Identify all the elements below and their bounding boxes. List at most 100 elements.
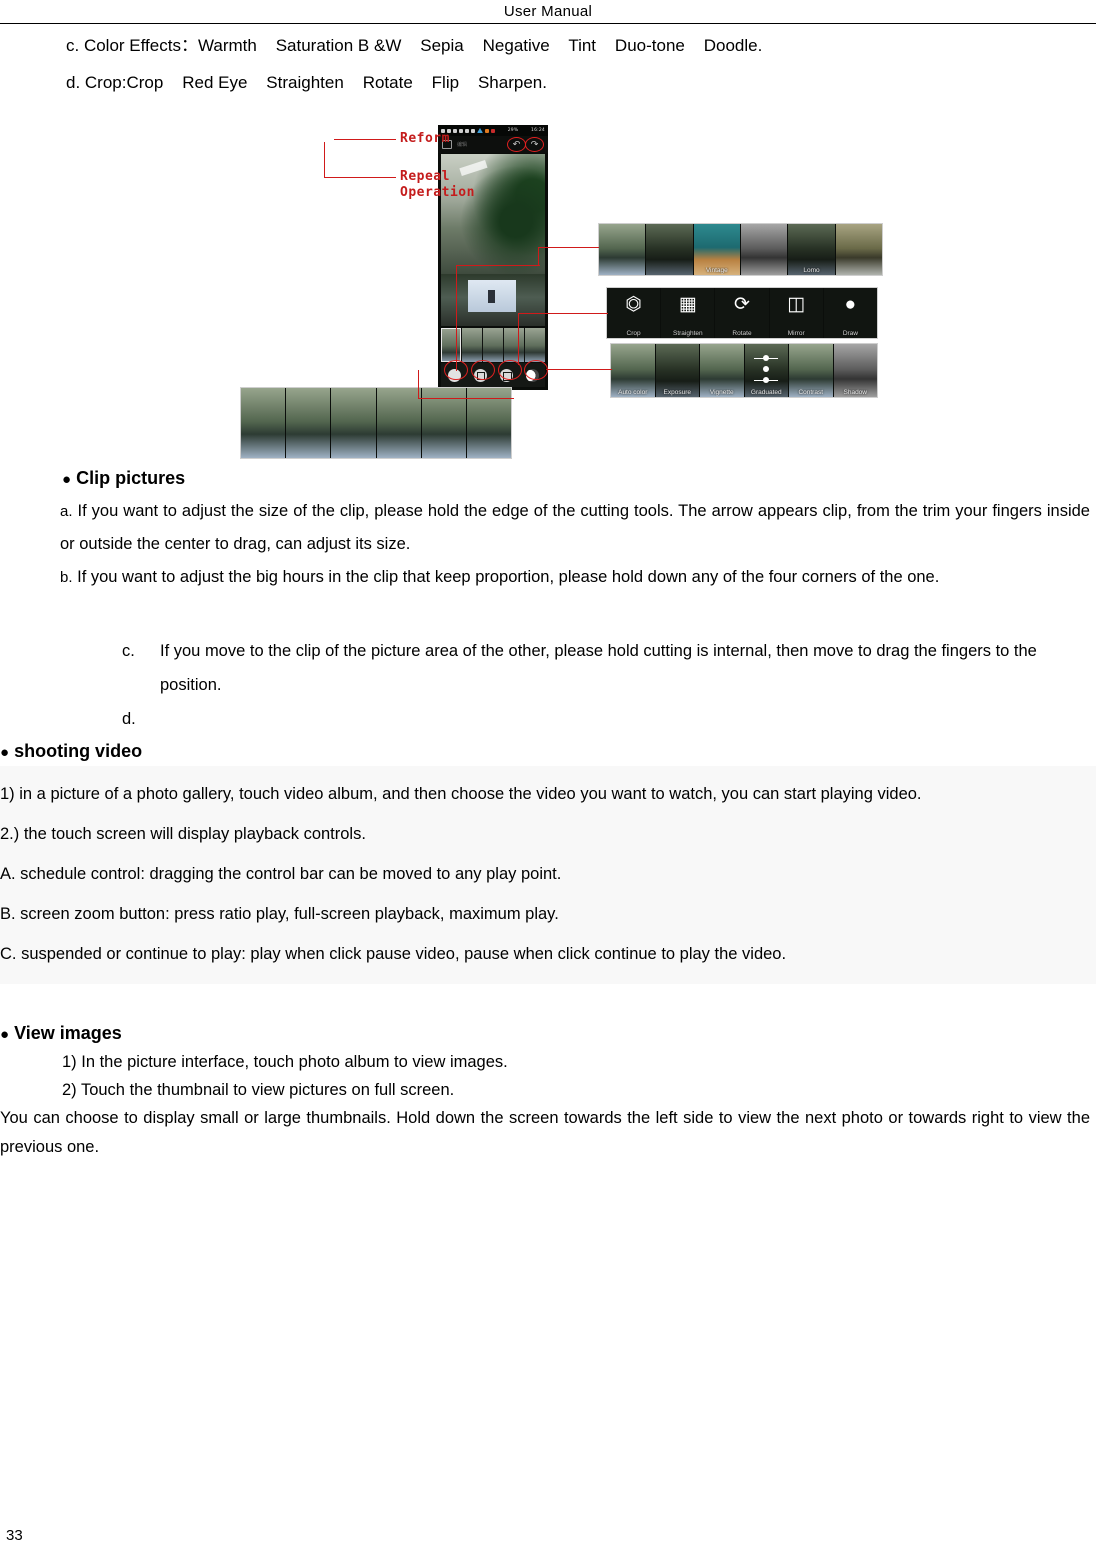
leader-line-bottom — [418, 398, 514, 400]
shooting-video-item-1: 1) in a picture of a photo gallery, touc… — [0, 785, 922, 803]
effect-cell-graduated[interactable]: Graduated — [744, 344, 789, 397]
effect-cell-shadow[interactable]: Shadow — [833, 344, 877, 397]
signal-icon — [477, 128, 483, 133]
wifi-icon — [471, 128, 475, 133]
filter-cell[interactable] — [835, 224, 882, 275]
bullet-icon: ● — [0, 744, 10, 761]
filter-thumb-image — [646, 224, 693, 275]
effect-label: Exposure — [663, 389, 691, 396]
annotation-repeal-line1: Repeal — [400, 169, 450, 184]
leader-line-filters-v2 — [456, 265, 458, 371]
effect-cell-contrast[interactable]: Contrast — [789, 344, 834, 397]
crop-line: d. Crop:Crop Red Eye Straighten Rotate F… — [66, 73, 547, 92]
page-number: 33 — [6, 1527, 23, 1544]
view-images-item-1: 1) In the picture interface, touch photo… — [62, 1053, 508, 1071]
clip-item-b-text: If you want to adjust the big hours in t… — [77, 568, 940, 586]
page-header: User Manual — [0, 0, 1096, 23]
page-body: c. Color Effects：Warmth Saturation B &W … — [0, 32, 1096, 1162]
android-status-bar: 29% 16:24 — [438, 125, 548, 136]
filter-cell[interactable]: Vintage — [693, 224, 741, 275]
filter-thumb[interactable] — [525, 328, 545, 362]
effect-cell-vignette[interactable]: Vignette — [700, 344, 745, 397]
tool-cell-draw[interactable]: ● Draw — [823, 288, 877, 338]
shooting-video-shaded-block: 1) in a picture of a photo gallery, touc… — [0, 766, 1096, 984]
straighten-icon: ▦ — [678, 294, 697, 315]
clip-item-a-text: If you want to adjust the size of the cl… — [60, 502, 1090, 553]
clip-pictures-item-c: c. If you move to the clip of the pictur… — [122, 634, 1096, 702]
tool-label: Mirror — [787, 330, 805, 337]
leader-line-bottom-vert — [418, 370, 420, 398]
figure-canvas: 29% 16:24 编辑 ↶ ↷ Vintage Lomo ⏣ Crop ▦ S… — [228, 115, 888, 465]
bottom-thumb[interactable] — [241, 388, 287, 458]
filter-thumb-image — [740, 224, 788, 275]
graduated-slider-icon — [754, 354, 779, 383]
tool-cell-straighten[interactable]: ▦ Straighten — [661, 288, 716, 338]
bottom-thumb-image — [376, 388, 421, 458]
tool-label: Rotate — [732, 330, 752, 337]
battery-percent: 29% — [507, 128, 519, 133]
effect-cell-exposure[interactable]: Exposure — [655, 344, 700, 397]
tool-cells: ⏣ Crop ▦ Straighten ⟳ Rotate ◫ Mirror ● … — [607, 288, 877, 338]
effect-cell-auto[interactable]: Auto color — [611, 344, 656, 397]
edited-photo-preview — [441, 154, 545, 274]
filter-cell[interactable]: Lomo — [788, 224, 836, 275]
filter-label: Lomo — [803, 267, 820, 274]
filter-thumb[interactable] — [441, 328, 461, 362]
clip-item-c-marker: c. — [122, 642, 135, 660]
clip-pictures-item-d: d. — [122, 702, 1096, 736]
annotation-repeal-line2: Operation — [400, 185, 475, 200]
clip-item-b-marker: b. — [60, 569, 73, 586]
clip-pictures-heading: ● Clip pictures — [0, 465, 1096, 493]
clip-pictures-sublist: c. If you move to the clip of the pictur… — [0, 634, 1096, 736]
status-icon-bluetooth — [459, 128, 463, 133]
status-clock: 16:24 — [531, 128, 545, 133]
bottom-thumb-image — [331, 388, 376, 458]
view-images-item-2: 2) Touch the thumbnail to view pictures … — [62, 1081, 455, 1099]
photo-editor-figure: 29% 16:24 编辑 ↶ ↷ Vintage Lomo ⏣ Crop ▦ S… — [0, 115, 1096, 465]
bottom-thumb[interactable] — [331, 388, 377, 458]
clip-item-d-text — [160, 702, 1096, 736]
filter-cell[interactable] — [646, 224, 694, 275]
filter-cell[interactable] — [599, 224, 647, 275]
page-header-title: User Manual — [503, 3, 593, 20]
view-images-heading-text: View images — [14, 1023, 122, 1043]
leader-line-repeal — [324, 177, 396, 179]
editor-title: 编辑 — [457, 142, 468, 148]
filter-cells: Vintage Lomo — [599, 224, 882, 275]
tool-cell-rotate[interactable]: ⟳ Rotate — [715, 288, 770, 338]
bullet-icon: ● — [62, 471, 72, 488]
leader-line-filters-h2 — [456, 265, 540, 267]
filter-thumb[interactable] — [504, 328, 524, 362]
undo-highlight-ring — [507, 137, 526, 152]
leader-line-tools-vert — [518, 313, 520, 365]
filter-strip-callout: Vintage Lomo — [598, 223, 883, 276]
clip-pictures-item-a: a. If you want to adjust the size of the… — [0, 495, 1096, 561]
bottom-thumb[interactable] — [376, 388, 422, 458]
status-icon-sync — [453, 128, 457, 133]
effect-label: Shadow — [843, 389, 868, 396]
clip-item-c-text: If you move to the clip of the picture a… — [160, 642, 1037, 694]
signal-icon-2 — [485, 128, 489, 133]
crop-icon: ⏣ — [625, 294, 642, 315]
effect-label: Graduated — [750, 389, 782, 396]
clip-pictures-item-b: b. If you want to adjust the big hours i… — [0, 561, 1096, 594]
effect-label: Auto color — [618, 389, 648, 396]
frame-button-ring — [471, 360, 495, 380]
tool-cell-crop[interactable]: ⏣ Crop — [607, 288, 662, 338]
redo-highlight-ring — [525, 137, 544, 152]
filter-cell[interactable] — [740, 224, 789, 275]
battery-icon — [491, 128, 495, 133]
filter-thumb[interactable] — [462, 328, 482, 362]
filter-thumb[interactable] — [483, 328, 503, 362]
leader-line-effects — [546, 369, 612, 371]
bottom-thumb[interactable] — [286, 388, 332, 458]
tool-cell-mirror[interactable]: ◫ Mirror — [769, 288, 824, 338]
filter-thumb-image — [599, 224, 646, 275]
shooting-video-item-a: A. schedule control: dragging the contro… — [0, 865, 562, 883]
status-icon-alarm — [465, 128, 469, 133]
leader-line-filters-vert — [538, 247, 540, 265]
rotate-icon: ⟳ — [734, 294, 750, 315]
color-effects-line: c. Color Effects：Warmth Saturation B &W … — [66, 36, 763, 55]
